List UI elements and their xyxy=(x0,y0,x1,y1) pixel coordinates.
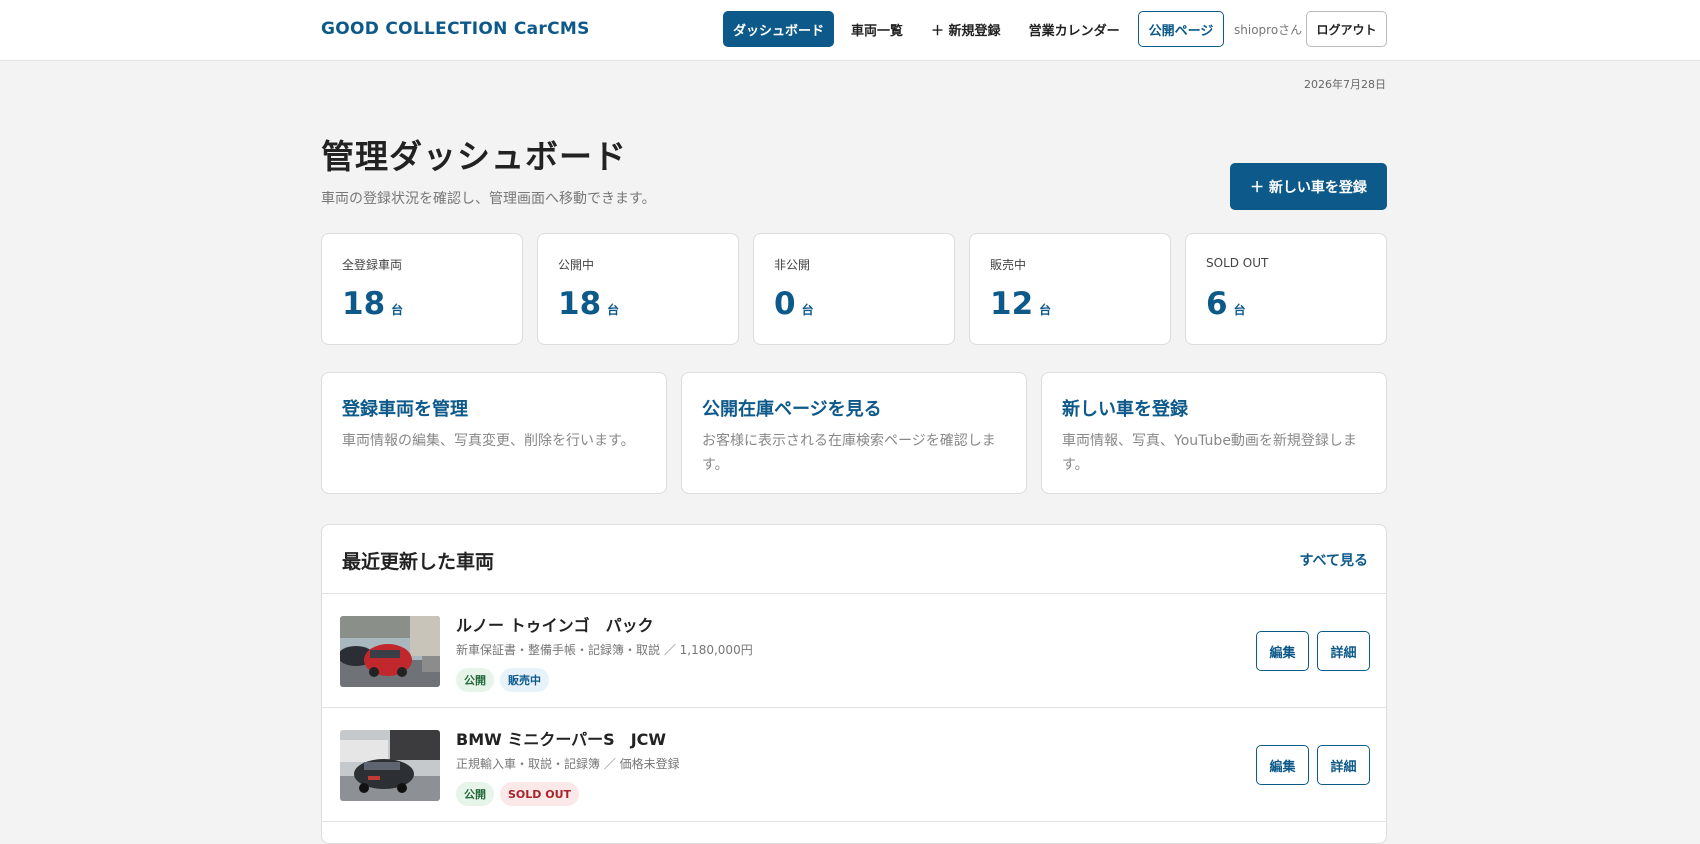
vehicle-row: ルノー トゥインゴ パック 新車保証書・整備手帳・記録簿・取説 ／ 1,180,… xyxy=(322,594,1386,708)
link-card-title: 新しい車を登録 xyxy=(1062,399,1188,420)
recent-vehicles-panel: 最近更新した車両 すべて見る ルノー トゥインゴ パック 新車保証書・整備手帳・… xyxy=(321,524,1387,844)
stat-unit: 台 xyxy=(801,303,814,317)
logout-button[interactable]: ログアウト xyxy=(1306,11,1387,47)
main-nav: ダッシュボード 車両一覧 ＋ 新規登録 営業カレンダー 公開ページ xyxy=(723,11,1225,47)
car-photo-image xyxy=(340,616,440,687)
link-card-title: 公開在庫ページを見る xyxy=(702,399,882,420)
link-card-manage[interactable]: 登録車両を管理 車両情報の編集、写真変更、削除を行います。 xyxy=(321,372,667,494)
vehicle-thumbnail[interactable] xyxy=(340,616,440,687)
stat-value: 0 台 xyxy=(774,286,814,322)
link-card-desc: 車両情報の編集、写真変更、削除を行います。 xyxy=(342,433,635,449)
stat-label: 非公開 xyxy=(774,258,811,272)
detail-button[interactable]: 詳細 xyxy=(1317,631,1370,671)
status-badge-sold-out: SOLD OUT xyxy=(500,782,580,806)
vehicle-thumbnail[interactable] xyxy=(340,730,440,801)
nav-public-page[interactable]: 公開ページ xyxy=(1137,11,1225,47)
detail-button[interactable]: 詳細 xyxy=(1317,745,1370,785)
vehicle-row: BMW ミニクーパーS JCW 正規輸入車・取説・記録簿 ／ 価格未登録 公開 … xyxy=(322,708,1386,822)
stat-number: 0 xyxy=(774,286,796,322)
vehicle-name[interactable]: ルノー トゥインゴ パック xyxy=(456,612,654,636)
page-title: 管理ダッシュボード xyxy=(321,137,627,176)
see-all-link[interactable]: すべて見る xyxy=(1300,550,1368,570)
link-card-desc: 車両情報、写真、YouTube動画を新規登録します。 xyxy=(1062,433,1357,473)
stat-label: 販売中 xyxy=(990,258,1027,272)
user-name: shioproさん xyxy=(1234,23,1303,37)
stat-card-sold-out: SOLD OUT 6 台 xyxy=(1185,233,1387,345)
recent-header: 最近更新した車両 すべて見る xyxy=(322,525,1386,594)
stat-number: 6 xyxy=(1206,286,1228,322)
stat-card-private: 非公開 0 台 xyxy=(753,233,955,345)
top-bar: GOOD COLLECTION CarCMS ダッシュボード 車両一覧 ＋ 新規… xyxy=(0,0,1700,61)
vehicle-tags: 公開 販売中 xyxy=(456,668,549,692)
stat-card-public: 公開中 18 台 xyxy=(537,233,739,345)
edit-button[interactable]: 編集 xyxy=(1256,745,1309,785)
vehicle-tags: 公開 SOLD OUT xyxy=(456,782,580,806)
status-badge-public: 公開 xyxy=(456,668,494,692)
status-badge-public: 公開 xyxy=(456,782,494,806)
vehicle-meta: 正規輸入車・取説・記録簿 ／ 価格未登録 xyxy=(456,757,680,771)
stat-number: 18 xyxy=(342,286,386,322)
nav-vehicle-list[interactable]: 車両一覧 xyxy=(841,11,913,47)
stat-unit: 台 xyxy=(1233,303,1246,317)
vehicle-name[interactable]: BMW ミニクーパーS JCW xyxy=(456,726,666,750)
brand-logo[interactable]: GOOD COLLECTION CarCMS xyxy=(321,19,590,39)
nav-business-calendar[interactable]: 営業カレンダー xyxy=(1019,11,1130,47)
stat-value: 18 台 xyxy=(558,286,619,322)
vehicle-meta: 新車保証書・整備手帳・記録簿・取説 ／ 1,180,000円 xyxy=(456,643,753,657)
nav-new-registration[interactable]: ＋ 新規登録 xyxy=(921,11,1011,47)
stat-unit: 台 xyxy=(607,303,620,317)
edit-button[interactable]: 編集 xyxy=(1256,631,1309,671)
stat-unit: 台 xyxy=(391,303,404,317)
stat-value: 18 台 xyxy=(342,286,403,322)
stat-label: SOLD OUT xyxy=(1206,256,1269,270)
current-date: 2026年7月28日 xyxy=(1304,78,1386,91)
link-card-public-stock[interactable]: 公開在庫ページを見る お客様に表示される在庫検索ページを確認します。 xyxy=(681,372,1027,494)
stat-card-on-sale: 販売中 12 台 xyxy=(969,233,1171,345)
page-subtitle: 車両の登録状況を確認し、管理画面へ移動できます。 xyxy=(321,191,656,207)
link-card-desc: お客様に表示される在庫検索ページを確認します。 xyxy=(702,433,996,473)
stat-label: 全登録車両 xyxy=(342,258,403,272)
stat-value: 12 台 xyxy=(990,286,1051,322)
stat-value: 6 台 xyxy=(1206,286,1246,322)
status-badge-on-sale: 販売中 xyxy=(500,668,549,692)
add-car-button[interactable]: ＋ 新しい車を登録 xyxy=(1230,163,1387,210)
link-card-title: 登録車両を管理 xyxy=(342,399,468,420)
stat-label: 公開中 xyxy=(558,258,595,272)
car-photo-image xyxy=(340,730,440,801)
link-card-new-car[interactable]: 新しい車を登録 車両情報、写真、YouTube動画を新規登録します。 xyxy=(1041,372,1387,494)
stat-card-total: 全登録車両 18 台 xyxy=(321,233,523,345)
stat-unit: 台 xyxy=(1039,303,1052,317)
nav-dashboard[interactable]: ダッシュボード xyxy=(723,11,835,47)
stat-number: 12 xyxy=(990,286,1034,322)
stat-number: 18 xyxy=(558,286,602,322)
recent-title: 最近更新した車両 xyxy=(342,551,495,573)
